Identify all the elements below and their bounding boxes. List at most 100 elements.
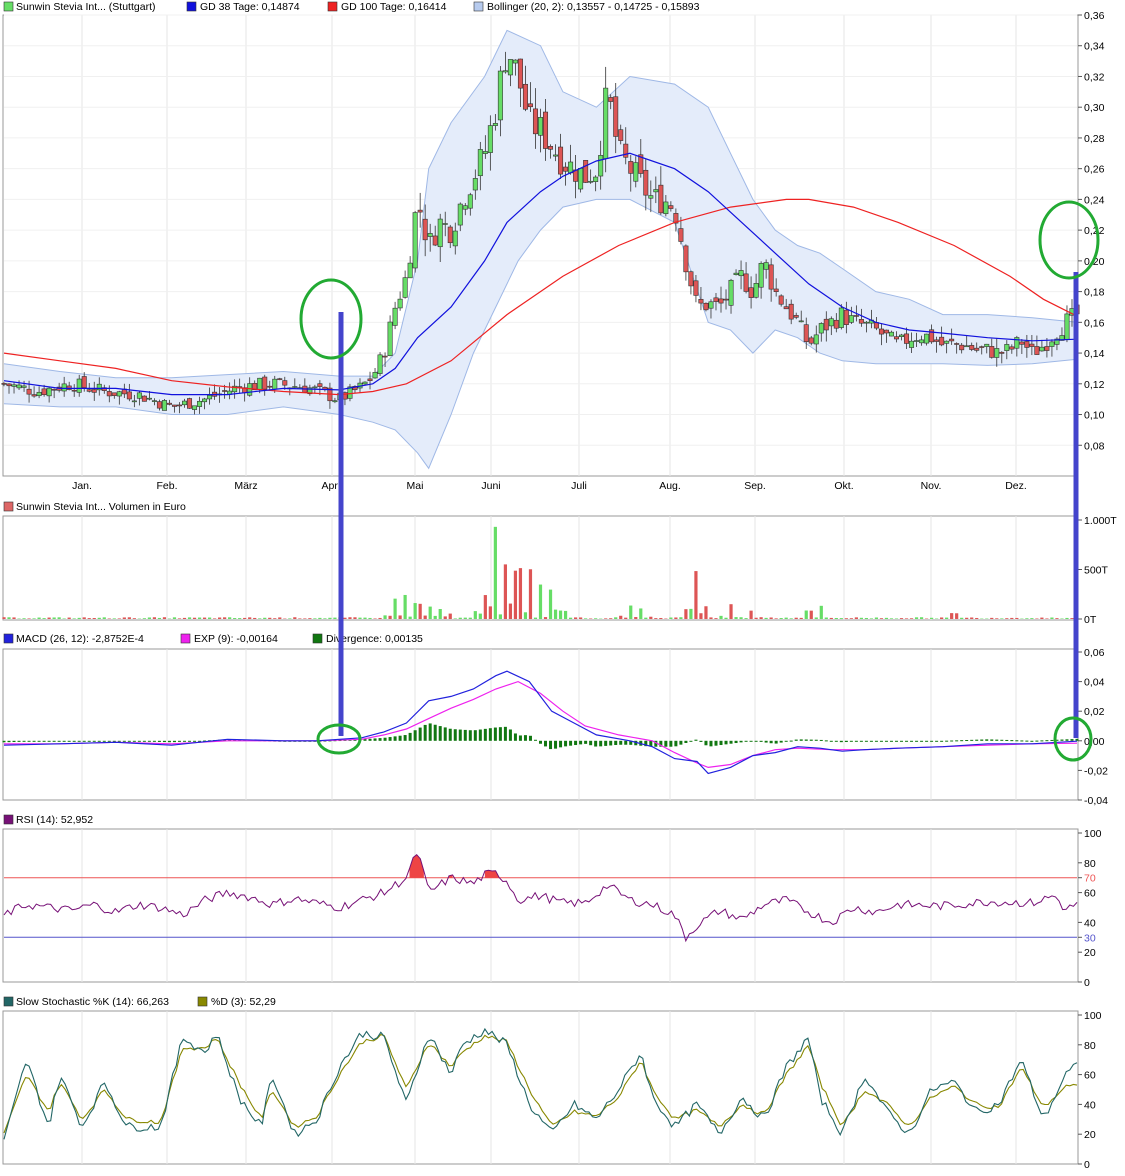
- volume-bar: [388, 615, 392, 619]
- y-tick-label: 0,06: [1084, 647, 1105, 659]
- candle-body: [517, 58, 523, 89]
- y-tick-label: 20: [1084, 947, 1096, 959]
- candle-body: [603, 87, 609, 159]
- volume-bar: [87, 618, 91, 619]
- volume-bar: [884, 617, 889, 619]
- divergence-bar: [52, 740, 56, 742]
- divergence-bar: [152, 740, 156, 742]
- divergence-bar: [463, 729, 467, 741]
- divergence-bar: [533, 739, 537, 741]
- y-tick-label: 40: [1084, 1099, 1096, 1111]
- volume-bar: [177, 618, 182, 619]
- legend-swatch: [327, 1, 338, 12]
- divergence-bar: [67, 740, 71, 742]
- volume-bar: [684, 609, 688, 619]
- divergence-bar: [408, 732, 412, 741]
- y-tick-label: 0: [1084, 977, 1090, 989]
- divergence-bar: [584, 740, 588, 744]
- volume-bar: [749, 610, 753, 619]
- volume-bar: [814, 617, 818, 619]
- divergence-bar: [503, 726, 507, 741]
- rsi-legend: RSI (14): 52,952: [3, 814, 93, 826]
- divergence-bar: [694, 739, 698, 741]
- divergence-bar: [564, 740, 568, 747]
- divergence-bar: [794, 739, 798, 741]
- divergence-bar: [12, 740, 16, 743]
- candle-body: [1, 383, 7, 385]
- candle-body: [658, 184, 664, 214]
- month-label: Jan.: [72, 480, 92, 492]
- candle-body: [548, 146, 554, 150]
- candle-body: [683, 245, 689, 273]
- divergence-bar: [739, 740, 743, 743]
- candle-body: [382, 355, 388, 358]
- divergence-bar: [889, 740, 893, 742]
- candle-body: [708, 301, 714, 309]
- volume-bar: [965, 617, 969, 619]
- divergence-bar: [107, 740, 111, 742]
- divergence-bar: [869, 740, 873, 742]
- volume-bar: [744, 618, 748, 619]
- volume-bar: [619, 615, 623, 619]
- divergence-bar: [544, 740, 548, 747]
- volume-bar: [353, 617, 357, 619]
- divergence-bar: [729, 740, 733, 744]
- candle-body: [482, 151, 488, 154]
- y-tick-label: 60: [1084, 888, 1096, 900]
- divergence-bar: [172, 740, 176, 743]
- y-tick-label: 0,30: [1084, 102, 1105, 114]
- volume-bar: [864, 617, 869, 619]
- y-tick-label: 0,18: [1084, 287, 1105, 299]
- volume-bar: [1065, 617, 1069, 619]
- month-label: März: [234, 480, 257, 492]
- divergence-bar: [759, 740, 763, 742]
- divergence-bar: [157, 740, 161, 742]
- volume-bar: [769, 617, 773, 619]
- divergence-bar: [945, 740, 949, 742]
- divergence-bar: [955, 740, 959, 742]
- candle-body: [317, 383, 323, 387]
- volume-bar: [92, 618, 96, 619]
- candle-body: [442, 223, 448, 225]
- divergence-bar: [142, 740, 146, 742]
- divergence-bar: [183, 740, 187, 742]
- volume-bar: [478, 613, 482, 619]
- volume-bar: [754, 617, 758, 619]
- candle-body: [282, 380, 288, 386]
- volume-bar: [52, 617, 56, 619]
- y-tick-label: 100: [1084, 1010, 1102, 1022]
- divergence-bar: [609, 740, 613, 746]
- candle-body: [543, 111, 549, 149]
- volume-bar: [223, 617, 227, 619]
- candle-body: [131, 400, 137, 403]
- divergence-bar: [162, 740, 166, 743]
- volume-bar: [784, 617, 788, 619]
- volume-bar: [970, 617, 974, 619]
- volume-bar: [894, 618, 899, 619]
- divergence-bar: [378, 738, 382, 741]
- candle-body: [838, 307, 844, 328]
- candle-body: [899, 334, 905, 337]
- legend-swatch: [312, 633, 323, 644]
- divergence-bar: [493, 727, 497, 741]
- y-tick-label: 0,00: [1084, 736, 1105, 748]
- divergence-bar: [1040, 740, 1044, 742]
- volume-bar: [604, 618, 608, 619]
- candle-body: [427, 233, 433, 237]
- candle-body: [61, 383, 67, 392]
- divergence-bar: [177, 740, 181, 742]
- month-label: Okt.: [834, 480, 853, 492]
- legend-gd38: GD 38 Tage: 0,14874: [200, 1, 300, 13]
- volume-bar: [609, 618, 613, 619]
- candle-body: [537, 117, 543, 136]
- volume-bar: [463, 617, 467, 619]
- divergence-bar: [769, 740, 773, 744]
- volume-bar: [293, 617, 297, 619]
- volume-bar: [719, 615, 723, 619]
- divergence-bar: [774, 740, 778, 744]
- volume-bar: [799, 617, 803, 619]
- y-tick-label: 0,04: [1084, 677, 1105, 689]
- volume-bar: [117, 618, 121, 619]
- divergence-bar: [834, 740, 838, 742]
- candle-body: [512, 59, 518, 64]
